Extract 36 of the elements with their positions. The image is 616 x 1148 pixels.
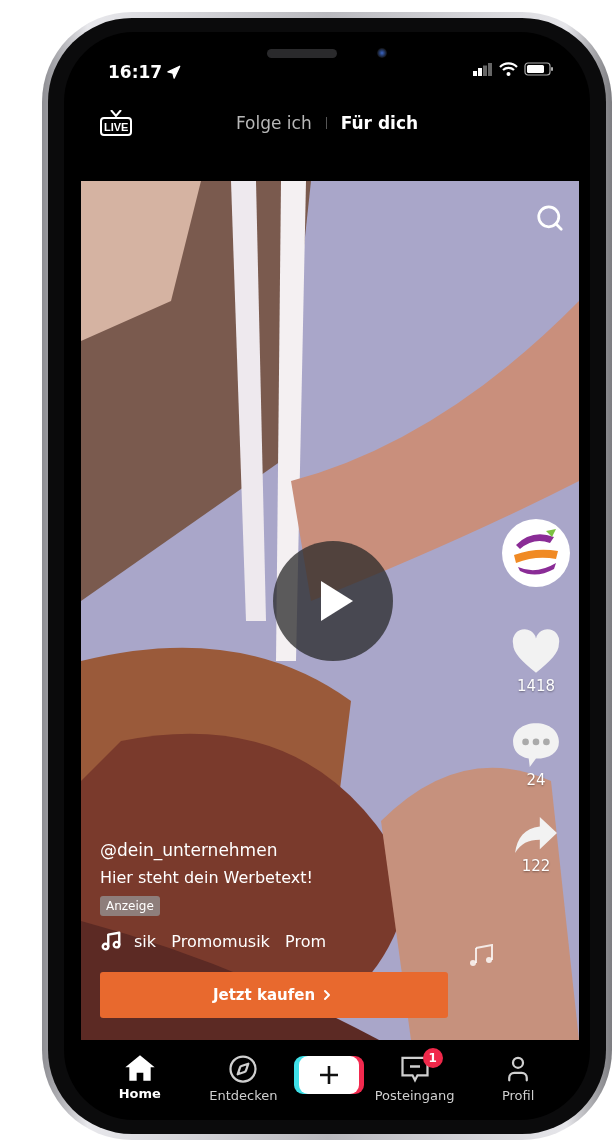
- music-note-icon: [100, 930, 122, 952]
- like-button[interactable]: [511, 629, 561, 675]
- speaker-grille: [267, 48, 338, 58]
- compass-icon: [228, 1054, 259, 1084]
- comment-button[interactable]: [511, 721, 561, 769]
- nav-item[interactable]: Profil: [470, 1044, 567, 1103]
- share-button[interactable]: [513, 815, 559, 855]
- home-icon: [123, 1054, 156, 1082]
- notification-badge: 1: [422, 1048, 443, 1068]
- share-icon: [513, 815, 559, 855]
- feed-tab[interactable]: Für dich: [340, 113, 419, 133]
- nav-item[interactable]: Entdecken: [195, 1044, 292, 1103]
- signal-icon: [473, 62, 493, 76]
- heart-icon: [511, 629, 561, 675]
- ad-label: Anzeige: [100, 896, 160, 916]
- comment-icon: [511, 721, 561, 769]
- share-count: 122: [521, 857, 551, 875]
- clock-time: 16:17: [108, 62, 163, 82]
- front-camera: [377, 48, 388, 58]
- music-title[interactable]: sik Promomusik Prom: [134, 931, 327, 951]
- wifi-icon: [499, 62, 518, 76]
- antenna-icon: [108, 109, 125, 117]
- play-icon[interactable]: [273, 541, 393, 661]
- caption-text: Hier steht dein Werbetext!: [100, 868, 313, 887]
- location-arrow-icon: [166, 64, 182, 80]
- comment-count: 24: [526, 771, 546, 789]
- nav-item[interactable]: Home: [91, 1044, 188, 1101]
- nav-item[interactable]: Posteingang 1: [366, 1044, 463, 1103]
- search-button[interactable]: [535, 203, 565, 233]
- battery-icon: [524, 62, 554, 76]
- username[interactable]: @dein_unternehmen: [100, 840, 278, 860]
- music-note-icon: [468, 944, 494, 966]
- message-icon: [399, 1054, 430, 1084]
- feed-tab[interactable]: Folge ich: [235, 113, 312, 133]
- plus-icon: [318, 1064, 340, 1086]
- like-count: 1418: [516, 677, 556, 695]
